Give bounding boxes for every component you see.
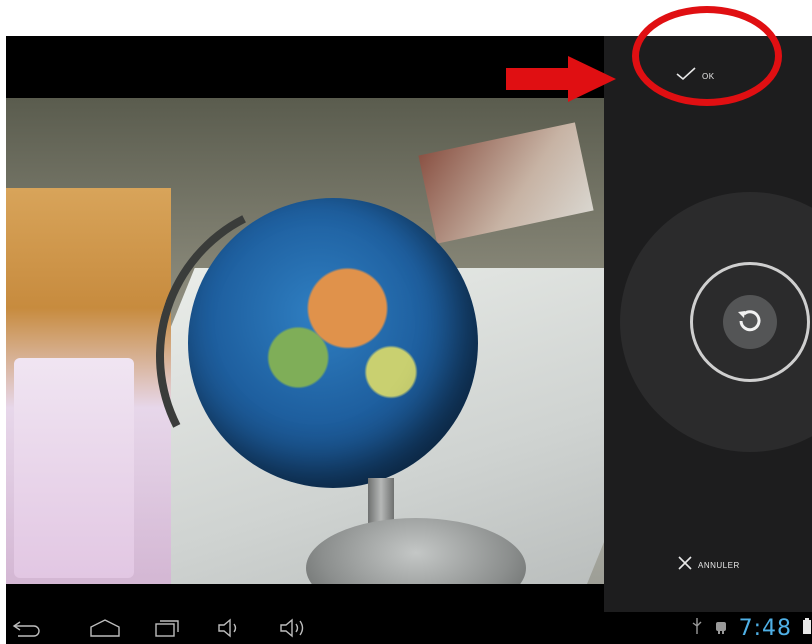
system-navigation-bar: 7:48 bbox=[6, 612, 812, 644]
volume-down-icon[interactable] bbox=[216, 618, 244, 643]
globe bbox=[188, 198, 478, 488]
device-screen: OK ANNULER 7:48 bbox=[6, 36, 812, 644]
android-debug-icon bbox=[713, 617, 729, 640]
rotate-icon bbox=[735, 305, 765, 340]
home-icon[interactable] bbox=[88, 618, 122, 643]
captured-photo-preview bbox=[6, 98, 604, 584]
status-area[interactable]: 7:48 bbox=[691, 612, 812, 644]
camera-review-panel: OK ANNULER bbox=[604, 36, 812, 612]
volume-up-icon[interactable] bbox=[278, 618, 308, 643]
rotate-button[interactable] bbox=[690, 262, 810, 382]
usb-icon bbox=[691, 617, 703, 640]
cancel-label: ANNULER bbox=[698, 561, 740, 570]
close-icon bbox=[678, 556, 692, 575]
recent-apps-icon[interactable] bbox=[152, 618, 180, 643]
battery-icon bbox=[802, 617, 812, 640]
toy-box-pink bbox=[14, 358, 134, 578]
back-icon[interactable] bbox=[10, 618, 44, 643]
annotation-circle bbox=[632, 6, 782, 106]
papers bbox=[418, 122, 594, 244]
clock: 7:48 bbox=[738, 615, 792, 641]
annotation-arrow bbox=[506, 56, 618, 107]
rotate-button-inner bbox=[723, 295, 777, 349]
cancel-button[interactable]: ANNULER bbox=[678, 556, 740, 575]
